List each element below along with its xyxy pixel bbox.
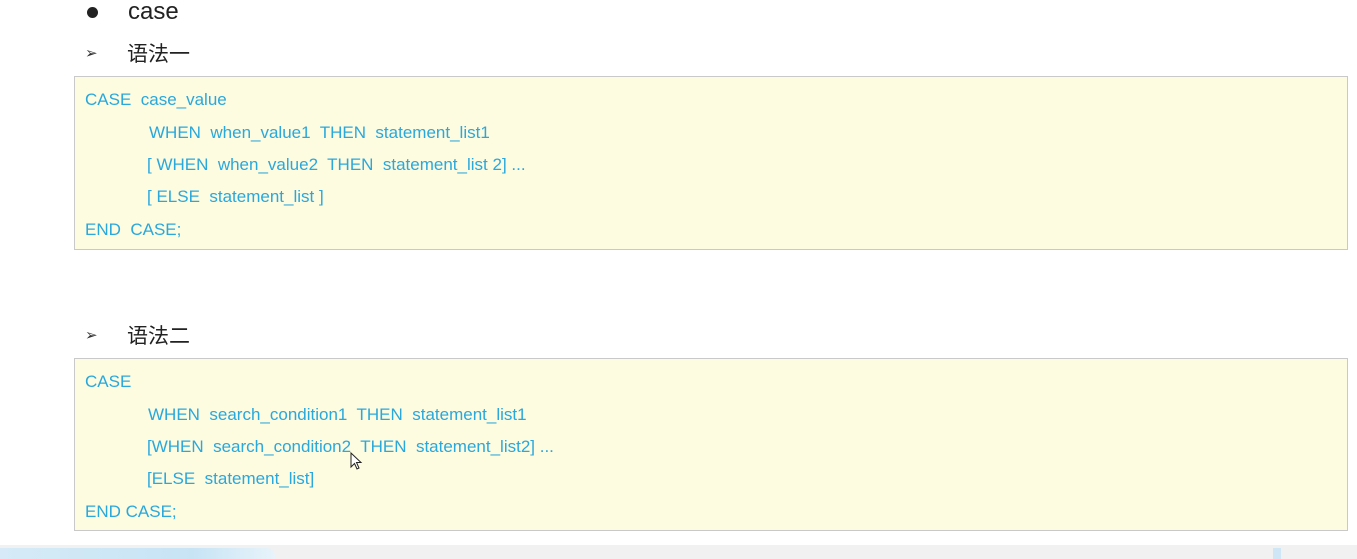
syntax1-heading: ➢ 语法一 bbox=[85, 38, 190, 68]
code-line: END CASE; bbox=[85, 220, 182, 239]
syntax2-heading: ➢ 语法二 bbox=[85, 320, 190, 350]
code-line: [ELSE statement_list] bbox=[147, 469, 315, 488]
code-line: END CASE; bbox=[85, 502, 177, 521]
arrowhead-icon: ➢ bbox=[85, 327, 98, 344]
arrowhead-icon: ➢ bbox=[85, 45, 98, 62]
code-line: [ WHEN when_value2 THEN statement_list 2… bbox=[147, 155, 526, 174]
code-line: CASE case_value bbox=[85, 90, 227, 109]
case-heading-text: case bbox=[128, 0, 179, 25]
mouse-cursor-icon bbox=[350, 452, 363, 470]
code-line: WHEN search_condition1 THEN statement_li… bbox=[148, 405, 527, 424]
code-line: CASE bbox=[85, 372, 132, 391]
code-line: [ ELSE statement_list ] bbox=[147, 187, 324, 206]
bullet-dot-icon bbox=[87, 6, 98, 18]
syntax1-label: 语法一 bbox=[127, 42, 190, 66]
code-line: WHEN when_value1 THEN statement_list1 bbox=[149, 123, 490, 142]
syntax2-label: 语法二 bbox=[127, 324, 190, 348]
case-heading: case bbox=[87, 0, 179, 26]
decorative-wave bbox=[0, 548, 275, 559]
decorative-mark bbox=[1273, 548, 1281, 559]
